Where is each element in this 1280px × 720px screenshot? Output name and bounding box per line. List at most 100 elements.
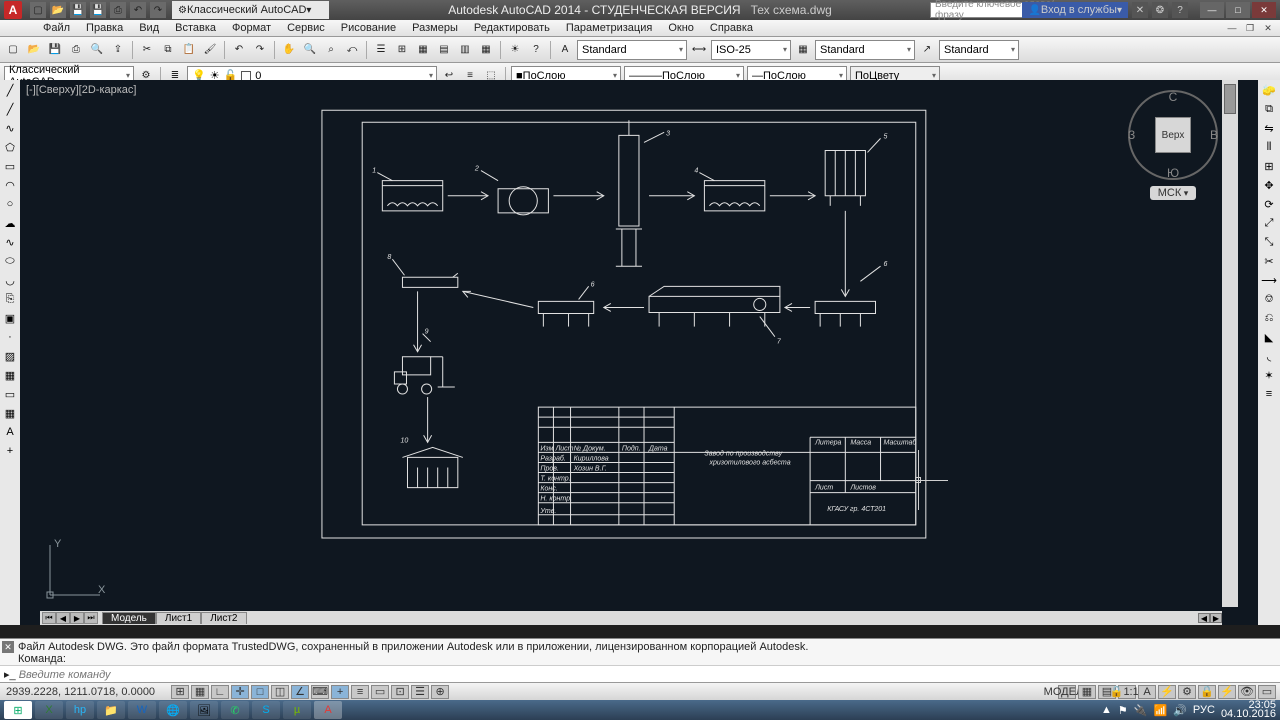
break-icon[interactable]: ⎊ [1261, 291, 1277, 307]
ducs-toggle[interactable]: ⌨ [311, 685, 329, 699]
qat-open-icon[interactable]: 📂 [50, 2, 66, 18]
array-icon[interactable]: ⊞ [1261, 158, 1277, 174]
menu-modify[interactable]: Редактировать [466, 22, 558, 34]
fillet-icon[interactable]: ◟ [1261, 348, 1277, 364]
toolpalette-icon[interactable]: ▦ [414, 41, 432, 59]
child-minimize-button[interactable]: — [1226, 22, 1238, 34]
table-icon[interactable]: ▦ [2, 405, 18, 421]
offset-icon[interactable]: ⫴ [1261, 139, 1277, 155]
insert-icon[interactable]: ⎘ [2, 291, 18, 307]
pan-icon[interactable]: ✋ [280, 41, 298, 59]
anno-vis-icon[interactable]: A [1138, 685, 1156, 699]
menu-draw[interactable]: Рисование [333, 22, 404, 34]
explode-icon[interactable]: ✶ [1261, 367, 1277, 383]
help2-icon[interactable]: ? [527, 41, 545, 59]
hatch-icon[interactable]: ▨ [2, 348, 18, 364]
textstyle-dropdown[interactable]: Standard [577, 40, 687, 60]
preview-icon[interactable]: 🔍 [88, 41, 106, 59]
menu-format[interactable]: Формат [224, 22, 279, 34]
copy-icon[interactable]: ⧉ [159, 41, 177, 59]
zoomprev-icon[interactable]: ⤺ [343, 41, 361, 59]
matchprop-icon[interactable]: 🖌 [201, 41, 219, 59]
circle-icon[interactable]: ○ [2, 196, 18, 212]
help-icon[interactable]: ? [1172, 2, 1188, 18]
maximize-button[interactable]: □ [1226, 2, 1250, 18]
exchange-icon[interactable]: ✕ [1132, 2, 1148, 18]
menu-parametric[interactable]: Параметризация [558, 22, 660, 34]
redo-icon[interactable]: ↷ [251, 41, 269, 59]
start-button[interactable]: ⊞ [4, 701, 32, 719]
dimstyle-icon[interactable]: ⟷ [690, 41, 708, 59]
designcenter-icon[interactable]: ⊞ [393, 41, 411, 59]
task-word-icon[interactable]: W [128, 701, 156, 719]
grid-toggle[interactable]: ▦ [191, 685, 209, 699]
task-skype-icon[interactable]: S [252, 701, 280, 719]
mleaderstyle-dropdown[interactable]: Standard [939, 40, 1019, 60]
quickview-layouts-icon[interactable]: ▦ [1078, 685, 1096, 699]
polygon-icon[interactable]: ⬠ [2, 139, 18, 155]
child-close-button[interactable]: ✕ [1262, 22, 1274, 34]
rotate-icon[interactable]: ⟳ [1261, 196, 1277, 212]
polar-toggle[interactable]: ✛ [231, 685, 249, 699]
tray-power-icon[interactable]: 🔌 [1134, 704, 1148, 717]
join-icon[interactable]: ⎌ [1261, 310, 1277, 326]
move-icon[interactable]: ✥ [1261, 177, 1277, 193]
task-photos-icon[interactable]: 🖼 [190, 701, 218, 719]
dimstyle-dropdown[interactable]: ISO-25 [711, 40, 791, 60]
revcloud-icon[interactable]: ☁ [2, 215, 18, 231]
coordinates-readout[interactable]: 2939.2228, 1211.0718, 0.0000 [0, 686, 161, 698]
qp-toggle[interactable]: ⊡ [391, 685, 409, 699]
tab-first-button[interactable]: ⏮ [42, 612, 56, 624]
textstyle-icon[interactable]: A [556, 41, 574, 59]
tablestyle-icon[interactable]: ▦ [794, 41, 812, 59]
erase-icon[interactable]: 🧽 [1261, 82, 1277, 98]
tray-volume-icon[interactable]: 🔊 [1173, 704, 1187, 717]
task-explorer-icon[interactable]: 📁 [97, 701, 125, 719]
zoom-icon[interactable]: 🔍 [301, 41, 319, 59]
plot-icon[interactable]: ⎙ [67, 41, 85, 59]
tpy-toggle[interactable]: ▭ [371, 685, 389, 699]
point-icon[interactable]: · [2, 329, 18, 345]
menu-window[interactable]: Окно [660, 22, 702, 34]
tray-network-icon[interactable]: 📶 [1154, 704, 1168, 717]
menu-dimension[interactable]: Размеры [404, 22, 466, 34]
viewcube[interactable]: С В Ю З Верх МСК ▾ [1128, 90, 1218, 210]
region-icon[interactable]: ▭ [2, 386, 18, 402]
hardware-accel-icon[interactable]: ⚡ [1218, 685, 1236, 699]
app-logo[interactable]: A [4, 1, 22, 19]
menu-help[interactable]: Справка [702, 22, 761, 34]
menu-insert[interactable]: Вставка [167, 22, 224, 34]
sc-toggle[interactable]: ☰ [411, 685, 429, 699]
save-icon[interactable]: 💾 [46, 41, 64, 59]
vertical-scrollbar[interactable] [1222, 80, 1238, 607]
open-icon[interactable]: 📂 [25, 41, 43, 59]
paste-icon[interactable]: 📋 [180, 41, 198, 59]
mleaderstyle-icon[interactable]: ↗ [918, 41, 936, 59]
3dosnap-toggle[interactable]: ◫ [271, 685, 289, 699]
qat-saveas-icon[interactable]: 💾 [90, 2, 106, 18]
stayconnected-icon[interactable]: ❂ [1152, 2, 1168, 18]
child-restore-button[interactable]: ❐ [1244, 22, 1256, 34]
command-close-icon[interactable]: ✕ [2, 641, 14, 653]
horizontal-scrollbar[interactable] [261, 613, 1185, 623]
sheetset-icon[interactable]: ▤ [435, 41, 453, 59]
menu-view[interactable]: Вид [131, 22, 167, 34]
scale-icon[interactable]: ⤢ [1261, 215, 1277, 231]
tab-last-button[interactable]: ⏭ [84, 612, 98, 624]
ws-switch-icon[interactable]: ⚙ [1178, 685, 1196, 699]
extend-icon[interactable]: ⟶ [1261, 272, 1277, 288]
cut-icon[interactable]: ✂ [138, 41, 156, 59]
draworder-icon[interactable]: ≡ [1261, 386, 1277, 402]
toolbar-lock-icon[interactable]: 🔒 [1198, 685, 1216, 699]
quickcalc-icon[interactable]: ▦ [477, 41, 495, 59]
rectangle-icon[interactable]: ▭ [2, 158, 18, 174]
qat-redo-icon[interactable]: ↷ [150, 2, 166, 18]
workspace-dropdown[interactable]: ⚙ Классический AutoCAD ▾ [172, 1, 329, 19]
wcs-tag[interactable]: МСК ▾ [1150, 186, 1197, 200]
am-toggle[interactable]: ⊕ [431, 685, 449, 699]
osnap-toggle[interactable]: □ [251, 685, 269, 699]
close-button[interactable]: ✕ [1252, 2, 1276, 18]
ellipsearc-icon[interactable]: ◡ [2, 272, 18, 288]
dyn-toggle[interactable]: + [331, 685, 349, 699]
modelspace-button[interactable]: МОДЕЛЬ [1058, 685, 1076, 699]
